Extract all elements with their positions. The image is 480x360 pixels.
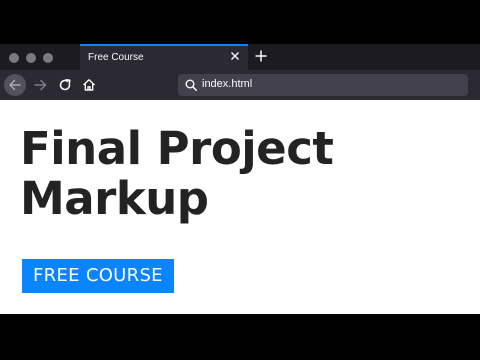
home-icon	[83, 79, 95, 91]
close-icon[interactable]	[228, 49, 242, 63]
page-title: Final Project Markup	[20, 124, 460, 224]
page-content: Final Project Markup FREE COURSE	[0, 100, 480, 314]
window-close-dot[interactable]	[9, 53, 19, 63]
free-course-badge[interactable]: FREE COURSE	[22, 259, 174, 293]
home-button[interactable]	[78, 74, 100, 96]
page-title-line-1: Final Project	[20, 122, 334, 175]
url-text[interactable]: index.html	[202, 78, 252, 90]
window-minimize-dot[interactable]	[26, 53, 36, 63]
tab-title: Free Course	[88, 52, 144, 63]
back-button[interactable]	[4, 74, 26, 96]
address-bar[interactable]: index.html	[178, 74, 468, 96]
arrow-right-icon	[34, 79, 47, 91]
window-maximize-dot[interactable]	[43, 53, 53, 63]
video-frame: Free Course index.html Final Project Mar…	[0, 0, 480, 360]
reload-button[interactable]	[54, 74, 76, 96]
plus-icon[interactable]	[254, 49, 268, 63]
tab-free-course[interactable]: Free Course	[80, 44, 248, 70]
page-title-line-2: Markup	[20, 172, 209, 225]
arrow-left-icon	[9, 79, 21, 91]
search-icon	[185, 79, 197, 91]
forward-button[interactable]	[30, 74, 52, 96]
reload-icon	[59, 79, 71, 91]
